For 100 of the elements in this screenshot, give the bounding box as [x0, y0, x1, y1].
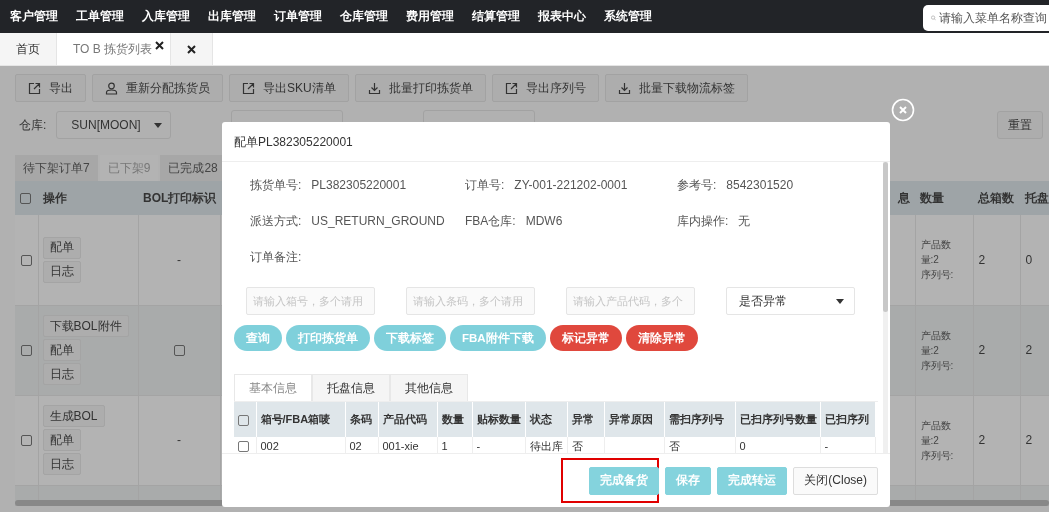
column-header: 贴标数量	[472, 402, 525, 437]
table-cell: 0	[739, 440, 746, 452]
export-icon	[28, 81, 41, 95]
nav-menu-item[interactable]: 费用管理	[406, 9, 472, 24]
checkbox[interactable]	[20, 435, 32, 447]
table-cell: -	[177, 252, 181, 267]
column-header: BOL打印标识	[138, 181, 220, 215]
column-header: 总箱数	[973, 181, 1020, 215]
export-icon	[242, 81, 255, 95]
table-cell: 02	[349, 440, 362, 452]
column-header: 已扫序列号数量	[735, 402, 820, 437]
column-header: 箱号/FBA箱唛	[256, 402, 345, 437]
row-action-button[interactable]: 下载BOL附件	[42, 315, 129, 337]
column-header: 异常	[567, 402, 604, 437]
page-tab[interactable]: 首页	[0, 33, 57, 65]
table-cell: 待出库	[529, 439, 563, 452]
field-label: 订单备注:	[250, 248, 302, 266]
toolbar-button[interactable]: 重新分配拣货员	[92, 74, 223, 102]
close-all-tab[interactable]	[171, 33, 214, 65]
nav-menu-item[interactable]: 入库管理	[142, 9, 208, 24]
toolbar-button[interactable]: 导出序列号	[491, 74, 599, 102]
status-tab[interactable]: 待下架订单7	[15, 155, 98, 181]
table-cell: 1	[441, 440, 448, 452]
column-header: 产品代码	[378, 402, 437, 437]
checkbox[interactable]	[173, 345, 185, 357]
field-value: ZY-001-221202-0001	[514, 178, 628, 192]
nav-menu-item[interactable]: 客户管理	[10, 9, 76, 24]
checkbox[interactable]	[20, 193, 31, 205]
field-value: 无	[738, 212, 751, 230]
dialog-title: 配单PL382305220001	[222, 122, 890, 162]
tab[interactable]: 其他信息	[390, 374, 468, 401]
table-cell: -	[476, 440, 481, 452]
row-action-button[interactable]: 日志	[42, 453, 81, 475]
table-cell: 2	[1025, 433, 1033, 447]
toolbar-button[interactable]: 批量下载物流标签	[604, 74, 748, 102]
checkbox[interactable]	[20, 345, 32, 357]
checkbox[interactable]	[238, 414, 249, 426]
column-header: 操作	[38, 181, 138, 215]
field-label: 拣货单号:	[250, 176, 302, 194]
table-cell: 否	[571, 439, 583, 452]
nav-menu-item[interactable]: 报表中心	[538, 9, 604, 24]
user-icon	[105, 81, 118, 95]
column-header: 息	[880, 181, 915, 215]
table-cell: -	[824, 440, 829, 452]
close-icon	[187, 44, 197, 54]
field-label: 订单号:	[465, 176, 505, 194]
action-button[interactable]: 清除异常	[625, 325, 698, 351]
column-header: 托盘	[1020, 181, 1049, 215]
tab[interactable]: 托盘信息	[312, 374, 390, 401]
toolbar-button[interactable]: 批量打印拣货单	[354, 74, 486, 102]
table-cell: 001-xie	[382, 440, 419, 452]
column-header: 异常原因	[604, 402, 664, 437]
table-cell: 2	[978, 433, 986, 447]
column-header: 需扫序列号	[664, 402, 735, 437]
field-value: US_RETURN_GROUND	[311, 214, 445, 228]
quantity-text: 产品数量:2 序列号:	[920, 239, 954, 281]
row-action-button[interactable]: 配单	[42, 429, 81, 451]
field-label: 派送方式:	[250, 212, 302, 230]
field-value: MDW6	[525, 214, 563, 228]
exception-select[interactable]: 是否异常	[726, 287, 855, 315]
field-label: 参考号:	[677, 176, 717, 194]
caret-icon	[154, 122, 163, 128]
toolbar-button[interactable]: 导出	[15, 74, 86, 102]
row-action-button[interactable]: 生成BOL	[42, 405, 105, 427]
nav-menu-item[interactable]: 工单管理	[76, 9, 142, 24]
column-header: 条码	[345, 402, 378, 437]
nav-menu-item[interactable]: 系统管理	[604, 9, 670, 24]
warehouse-select[interactable]: SUN[MOON]	[56, 111, 172, 139]
checkbox[interactable]	[238, 441, 249, 453]
table-cell: 2	[978, 343, 986, 357]
toolbar-button[interactable]: 导出SKU清单	[229, 74, 349, 102]
table-cell: 否	[668, 439, 680, 452]
row-action-button[interactable]: 配单	[42, 236, 81, 259]
table-cell: 002	[260, 440, 279, 452]
action-button[interactable]: 标记异常	[549, 325, 622, 351]
close-icon[interactable]	[155, 41, 165, 50]
warehouse-label: 仓库:	[19, 116, 47, 134]
field-value: PL382305220001	[311, 178, 407, 192]
row-action-button[interactable]: 日志	[42, 363, 81, 385]
row-action-button[interactable]: 配单	[42, 339, 81, 361]
nav-menu-item[interactable]: 结算管理	[472, 9, 538, 24]
field-label: FBA仓库:	[465, 212, 516, 230]
reset-button[interactable]: 重置	[997, 111, 1043, 139]
export-icon	[504, 81, 518, 95]
download-icon	[367, 81, 381, 95]
tab[interactable]: 基本信息	[234, 374, 312, 401]
table-cell: 0	[1025, 252, 1033, 267]
download-icon	[617, 81, 631, 95]
menu-search-field[interactable]: 请输入菜单名称查询	[923, 4, 1049, 31]
row-action-button[interactable]: 日志	[42, 260, 81, 283]
field-value: 8542301520	[726, 178, 794, 192]
checkbox[interactable]	[20, 255, 32, 267]
nav-menu-item[interactable]: 订单管理	[274, 9, 340, 24]
field-label: 库内操作:	[677, 212, 729, 230]
nav-menu-item[interactable]: 仓库管理	[340, 9, 406, 24]
column-header: 状态	[525, 402, 567, 437]
column-header: 已扫序列	[820, 402, 875, 437]
nav-menu-item[interactable]: 出库管理	[208, 9, 274, 24]
footer-button[interactable]: 关闭(Close)	[793, 466, 878, 495]
scrollbar[interactable]	[883, 162, 888, 453]
